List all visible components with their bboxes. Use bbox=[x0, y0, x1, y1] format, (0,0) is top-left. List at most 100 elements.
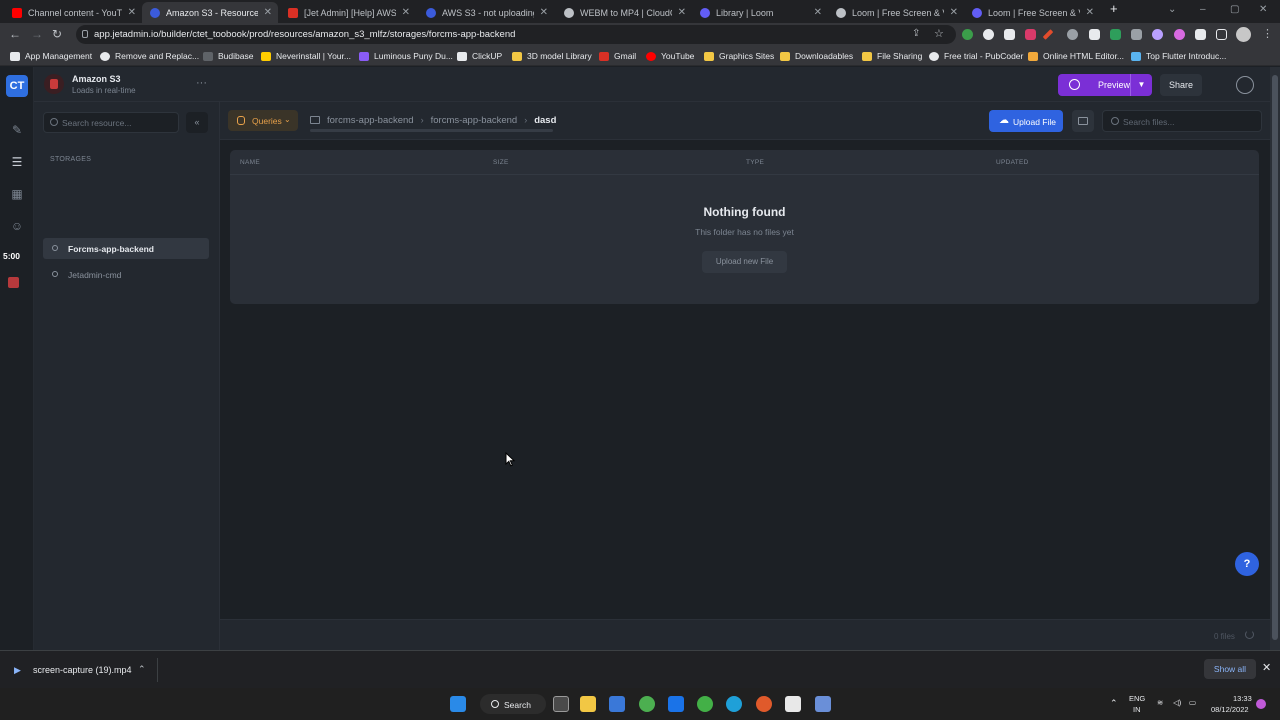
edge-icon[interactable] bbox=[726, 696, 742, 712]
close-icon[interactable]: ✕ bbox=[402, 7, 410, 18]
taskbar-search[interactable]: Search bbox=[480, 694, 546, 714]
collapse-sidebar-button[interactable]: « bbox=[186, 112, 208, 133]
bookmark-item[interactable]: Gmail bbox=[599, 50, 636, 62]
browser-tab-2[interactable]: [Jet Admin] [Help] AWS S3 ✕ bbox=[280, 2, 416, 23]
bookmark-item[interactable]: Budibase bbox=[203, 50, 253, 62]
close-icon[interactable]: ✕ bbox=[1086, 7, 1094, 18]
app-icon[interactable] bbox=[756, 696, 772, 712]
store-icon[interactable] bbox=[609, 696, 625, 712]
minimize-icon[interactable]: – bbox=[1200, 4, 1206, 15]
bookmark-item[interactable]: 3D model Library bbox=[512, 50, 592, 62]
battery-icon[interactable]: ▭ bbox=[1189, 698, 1196, 707]
breadcrumb-item[interactable]: forcms-app-backend bbox=[431, 115, 518, 126]
browser-tab-3[interactable]: AWS S3 - not uploading fi ✕ bbox=[418, 2, 554, 23]
address-bar[interactable]: app.jetadmin.io/builder/ctet_toobook/pro… bbox=[76, 25, 956, 44]
user-icon[interactable] bbox=[1236, 76, 1254, 94]
extension-icon[interactable] bbox=[1131, 29, 1142, 40]
extension-icon[interactable] bbox=[1174, 29, 1185, 40]
column-type[interactable]: TYPE bbox=[746, 159, 764, 166]
file-search-input[interactable] bbox=[1123, 115, 1255, 128]
bookmark-item[interactable]: Neverinstall | Your... bbox=[261, 50, 351, 62]
app-icon[interactable] bbox=[668, 696, 684, 712]
tab-search-icon[interactable]: ⌄ bbox=[1168, 4, 1176, 15]
bookmark-item[interactable]: Remove and Replac... bbox=[100, 50, 199, 62]
close-icon[interactable]: ✕ bbox=[950, 7, 958, 18]
forward-icon[interactable]: → bbox=[31, 27, 43, 41]
breadcrumb-item[interactable]: forcms-app-backend bbox=[327, 115, 414, 126]
bookmark-item[interactable]: Graphics Sites bbox=[704, 50, 774, 62]
upload-new-file-button[interactable]: Upload new File bbox=[702, 251, 787, 273]
extension-icon[interactable] bbox=[1042, 29, 1054, 40]
browser-tab-5[interactable]: Library | Loom ✕ bbox=[692, 2, 828, 23]
file-explorer-icon[interactable] bbox=[580, 696, 596, 712]
bookmark-item[interactable]: Luminous Puny Du... bbox=[359, 50, 453, 62]
project-avatar[interactable]: CT bbox=[6, 75, 28, 97]
resource-search-input[interactable] bbox=[62, 116, 174, 130]
browser-tab-4[interactable]: WEBM to MP4 | CloudCon ✕ bbox=[556, 2, 692, 23]
bookmark-star-icon[interactable]: ☆ bbox=[934, 27, 944, 40]
extension-icon[interactable] bbox=[962, 29, 973, 40]
new-tab-icon[interactable]: + bbox=[1110, 1, 1118, 16]
bookmark-item[interactable]: Top Flutter Introduc... bbox=[1131, 50, 1226, 62]
browser-tab-7[interactable]: Loom | Free Screen & Vide ✕ bbox=[964, 2, 1100, 23]
sidebar-item-jetadmin-cmd[interactable]: Jetadmin-cmd bbox=[43, 264, 209, 285]
resource-search[interactable] bbox=[43, 112, 179, 133]
bookmark-item[interactable]: Free trial - PubCoder bbox=[929, 50, 1023, 62]
show-all-button[interactable]: Show all bbox=[1204, 659, 1256, 679]
extension-icon[interactable] bbox=[1089, 29, 1100, 40]
puzzle-icon[interactable] bbox=[1195, 29, 1206, 40]
column-name[interactable]: NAME bbox=[240, 159, 260, 166]
close-icon[interactable]: ✕ bbox=[1262, 661, 1271, 674]
app-icon[interactable] bbox=[697, 696, 713, 712]
reload-icon[interactable]: ↻ bbox=[52, 27, 62, 41]
bookmark-item[interactable]: Downloadables bbox=[780, 50, 853, 62]
extension-icon[interactable] bbox=[1110, 29, 1121, 40]
chevron-down-icon[interactable]: ▼ bbox=[1130, 74, 1152, 96]
breadcrumb-scrollbar[interactable] bbox=[310, 129, 553, 132]
column-updated[interactable]: UPDATED bbox=[996, 159, 1029, 166]
chevron-up-icon[interactable]: ⌃ bbox=[138, 664, 146, 675]
queries-button[interactable]: Queries ⌄ bbox=[228, 110, 298, 131]
bookmark-item[interactable]: Online HTML Editor... bbox=[1028, 50, 1124, 62]
close-icon[interactable]: ✕ bbox=[540, 7, 548, 18]
volume-icon[interactable]: ◁) bbox=[1173, 698, 1181, 707]
notification-icon[interactable] bbox=[1256, 699, 1266, 709]
upload-file-button[interactable]: ☁ Upload File bbox=[989, 110, 1063, 132]
more-options-icon[interactable]: ··· bbox=[196, 77, 207, 89]
language-indicator[interactable]: ENG bbox=[1129, 694, 1145, 703]
page-scrollbar[interactable] bbox=[1270, 67, 1280, 650]
close-icon[interactable]: ✕ bbox=[128, 7, 136, 18]
browser-tab-1[interactable]: Amazon S3 - Resources - C ✕ bbox=[142, 2, 278, 23]
windows-start-icon[interactable] bbox=[450, 696, 466, 712]
chevron-up-icon[interactable]: ⌃ bbox=[1110, 698, 1118, 709]
extension-icon[interactable] bbox=[983, 29, 994, 40]
column-size[interactable]: SIZE bbox=[493, 159, 509, 166]
file-search[interactable] bbox=[1102, 110, 1262, 132]
menu-icon[interactable]: ⋮ bbox=[1262, 27, 1273, 40]
new-folder-button[interactable] bbox=[1072, 110, 1094, 132]
refresh-icon[interactable] bbox=[1245, 630, 1254, 639]
bookmark-item[interactable]: File Sharing bbox=[862, 50, 922, 62]
pages-icon[interactable]: ▦ bbox=[9, 187, 25, 203]
bookmark-item[interactable]: ClickUP bbox=[457, 50, 502, 62]
close-icon[interactable]: ✕ bbox=[678, 7, 686, 18]
help-button[interactable]: ? bbox=[1235, 552, 1259, 576]
chrome-icon[interactable] bbox=[639, 696, 655, 712]
extension-icon[interactable] bbox=[1152, 29, 1163, 40]
task-view-icon[interactable] bbox=[553, 696, 569, 712]
close-icon[interactable]: ✕ bbox=[264, 7, 272, 18]
stop-recording-icon[interactable] bbox=[8, 277, 19, 288]
sidebar-item-forcms-app-backend[interactable]: Forcms-app-backend bbox=[43, 238, 209, 259]
download-item[interactable]: ▶ screen-capture (19).mp4 ⌃ bbox=[6, 658, 158, 682]
users-icon[interactable]: ☺ bbox=[9, 219, 25, 235]
database-icon[interactable]: ☰ bbox=[9, 155, 25, 171]
sidebar-icon[interactable] bbox=[1216, 29, 1227, 40]
browser-tab-0[interactable]: Channel content - YouTube ✕ bbox=[4, 2, 142, 23]
share-button[interactable]: Share bbox=[1160, 74, 1202, 96]
close-icon[interactable]: ✕ bbox=[814, 7, 822, 18]
browser-tab-6[interactable]: Loom | Free Screen & Vide ✕ bbox=[828, 2, 964, 23]
extension-icon[interactable] bbox=[1025, 29, 1036, 40]
wifi-icon[interactable]: ≋ bbox=[1157, 698, 1163, 707]
clock-time[interactable]: 13:33 bbox=[1233, 694, 1252, 703]
extension-icon[interactable] bbox=[1004, 29, 1015, 40]
